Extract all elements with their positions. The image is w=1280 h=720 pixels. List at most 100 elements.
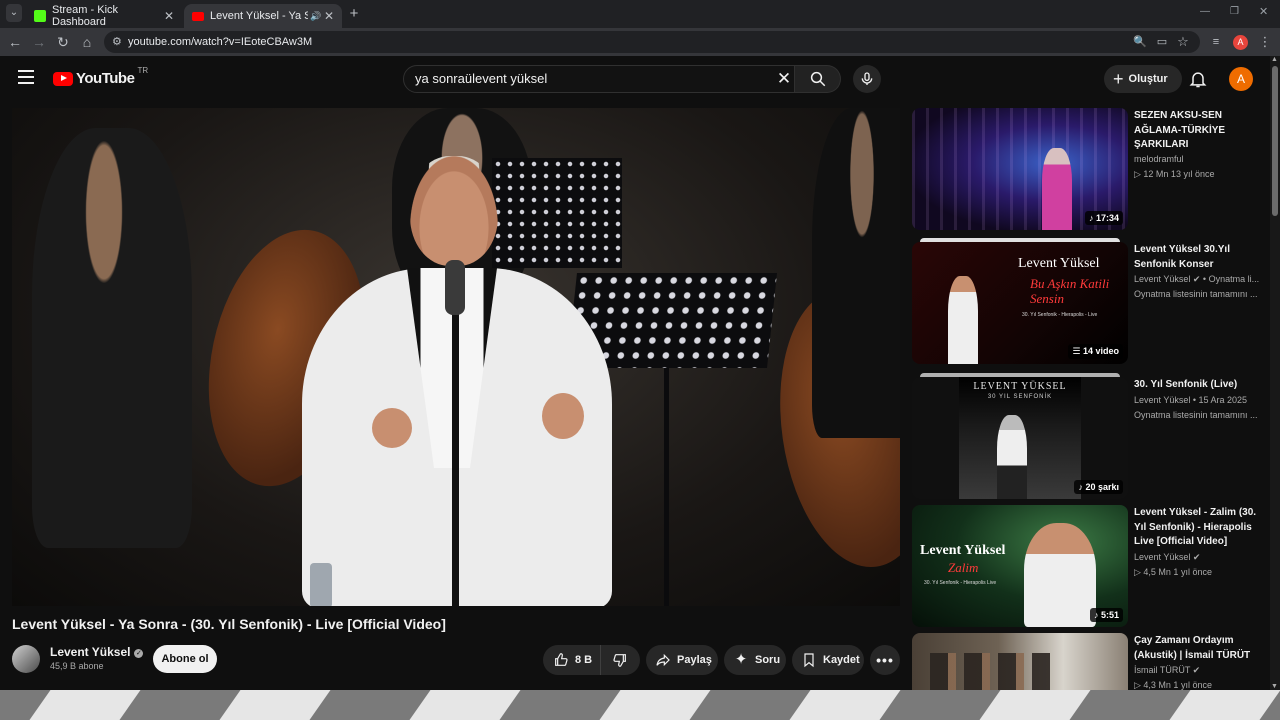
close-window-icon[interactable]: ✕ [1259,5,1268,18]
scrollbar-thumb[interactable] [1272,66,1278,216]
recommendation-title[interactable]: Levent Yüksel 30.Yıl Senfonik Konser [1134,243,1264,272]
singer-head [410,156,498,266]
recommendation-title[interactable]: 30. Yıl Senfonik (Live) [1134,378,1264,393]
stand-pole [664,368,669,606]
ask-button[interactable]: ✦ Soru [724,645,786,675]
ask-label: Soru [755,654,781,666]
more-actions-button[interactable]: ••• [870,645,900,675]
channel-avatar[interactable] [12,645,40,673]
home-icon[interactable]: ⌂ [78,33,96,51]
view-full-playlist-link[interactable]: Oynatma listesinin tamamını ... [1134,289,1268,299]
cellist-right-figure [812,108,900,438]
recommendation-item[interactable]: ♪ 17:34 SEZEN AKSU-SEN AĞLAMA-TÜRKİYE ŞA… [912,108,1270,230]
share-button[interactable]: Paylaş [646,645,718,675]
search-button[interactable] [795,65,841,93]
save-label: Kaydet [823,654,860,666]
notifications-bell-icon[interactable] [1188,69,1208,89]
address-bar[interactable]: ⚙ youtube.com/watch?v=IEoteCBAw3M [104,31,1200,53]
create-button[interactable]: + Oluştur [1104,65,1182,93]
browser-tab-youtube[interactable]: Levent Yüksel - Ya Sonra - ( 🔊 ✕ [184,4,342,28]
browser-tab-kick[interactable]: Stream - Kick Dashboard ✕ [26,4,182,28]
playlist-thumbnail[interactable]: Levent Yüksel Bu Aşkın Katili Sensin 30.… [912,242,1128,364]
video-thumbnail[interactable] [912,633,1128,691]
youtube-favicon-icon [192,11,204,21]
dislike-button[interactable] [601,645,640,675]
recommendation-item[interactable]: Çay Zamanı Ordayım (Akustik) | İsmail TÜ… [912,633,1270,691]
recommendation-title[interactable]: Çay Zamanı Ordayım (Akustik) | İsmail TÜ… [1134,634,1264,663]
browser-tab-title: Levent Yüksel - Ya Sonra - ( [210,10,308,22]
recommendation-item[interactable]: LEVENT YÜKSEL 30 YIL SENFONİK ♪ 20 şarkı… [912,373,1270,499]
view-full-playlist-link[interactable]: Oynatma listesinin tamamını ... [1134,410,1268,420]
create-label: Oluştur [1128,73,1168,85]
verified-icon: ✓ [134,649,144,658]
reload-icon[interactable]: ↻ [54,33,72,51]
album-subtitle: 30 YIL SENFONİK [987,394,1053,400]
kick-favicon-icon [34,10,46,22]
album-title: LEVENT YÜKSEL [973,381,1067,392]
sparkle-icon: ✦ [734,651,748,668]
singer-silhouette [1042,148,1072,230]
recommendation-channel[interactable]: Levent Yüksel • 15 Ara 2025 [1134,395,1268,405]
cast-icon[interactable]: ▭ [1153,33,1171,51]
audio-playing-icon[interactable]: 🔊 [310,11,321,22]
microphone [445,260,465,315]
recommendation-channel[interactable]: Levent Yüksel ✔ [1134,552,1268,563]
bookmark-star-icon[interactable]: ☆ [1174,33,1192,51]
plus-icon: + [1113,69,1124,89]
subscribe-button[interactable]: Abone ol [153,645,217,673]
zoom-icon[interactable]: 🔍 [1131,33,1149,51]
account-avatar[interactable]: A [1229,67,1253,91]
thumbnail-headline: Levent Yüksel [920,543,1006,558]
browser-menu-icon[interactable]: ⋮ [1256,33,1274,51]
recommendation-channel[interactable]: Levent Yüksel ✔ • Oynatma li... [1134,274,1268,285]
country-code: TR [137,66,149,75]
recommendation-item[interactable]: Levent Yüksel Bu Aşkın Katili Sensin 30.… [912,238,1270,364]
recommendation-channel[interactable]: İsmail TÜRÜT ✔ [1134,665,1268,676]
scroll-down-icon[interactable]: ▼ [1271,683,1278,690]
search-input[interactable]: ya sonraülevent yüksel [403,65,795,93]
video-thumbnail[interactable]: Levent Yüksel Zalim 30. Yıl Senfonik - H… [912,505,1128,627]
youtube-logo[interactable]: YouTube TR [53,66,148,87]
like-button[interactable]: 8 B [543,645,601,675]
back-icon[interactable]: ← [6,33,24,51]
thumbnail-caption: 30. Yıl Senfonik - Hierapolis - Live [1022,312,1098,318]
thumbnail-subtitle: Bu Aşkın Katili Sensin [1030,276,1110,306]
channel-name[interactable]: Levent Yüksel ✓ [50,645,144,659]
recommendation-title[interactable]: Levent Yüksel - Zalim (30. Yıl Senfonik)… [1134,506,1264,550]
close-tab-icon[interactable]: ✕ [164,9,174,23]
voice-search-button[interactable] [853,65,881,93]
singer-hand-left [372,408,412,448]
restore-icon[interactable]: ❐ [1230,6,1239,17]
playlist-thumbnail[interactable]: LEVENT YÜKSEL 30 YIL SENFONİK ♪ 20 şarkı [912,377,1128,499]
site-info-icon[interactable]: ⚙ [112,31,122,53]
share-label: Paylaş [677,654,712,666]
singer-figure [1024,523,1096,627]
water-bottle [310,563,332,606]
save-button[interactable]: Kaydet [792,645,864,675]
recommendation-title[interactable]: SEZEN AKSU-SEN AĞLAMA-TÜRKİYE ŞARKILARI [1134,109,1264,153]
menu-icon[interactable] [18,70,34,84]
close-tab-icon[interactable]: ✕ [324,9,334,23]
page-scrollbar[interactable]: ▲ ▼ [1270,56,1280,690]
tab-search-icon[interactable]: ⌄ [6,4,22,22]
trending-icon: ▷ [1134,169,1144,179]
forward-icon[interactable]: → [30,33,48,51]
clear-search-icon[interactable]: ✕ [775,70,793,88]
video-thumbnail[interactable]: ♪ 17:34 [912,108,1128,230]
microphone-stand [452,268,459,606]
recommendation-channel[interactable]: melodramful [1134,154,1268,164]
minimize-icon[interactable]: — [1200,6,1210,17]
new-tab-button[interactable]: + [346,5,362,22]
browser-profile-avatar[interactable]: A [1233,35,1248,50]
youtube-play-icon [53,71,73,86]
reading-list-icon[interactable]: ≡ [1207,33,1225,51]
recommendation-stats: ▷ 4,5 Mn 1 yıl önce [1134,567,1212,577]
browser-toolbar: ← → ↻ ⌂ ⚙ youtube.com/watch?v=IEoteCBAw3… [0,28,1280,56]
recommendation-item[interactable]: Levent Yüksel Zalim 30. Yıl Senfonik - H… [912,505,1270,627]
thumbs-down-icon [613,654,626,667]
camera-overlay-floor [0,690,1280,720]
duration-badge: ♪ 5:51 [1089,608,1123,622]
scroll-up-icon[interactable]: ▲ [1271,56,1278,63]
video-player[interactable] [12,108,900,606]
browser-tab-strip: ⌄ Stream - Kick Dashboard ✕ Levent Yükse… [0,0,1280,28]
